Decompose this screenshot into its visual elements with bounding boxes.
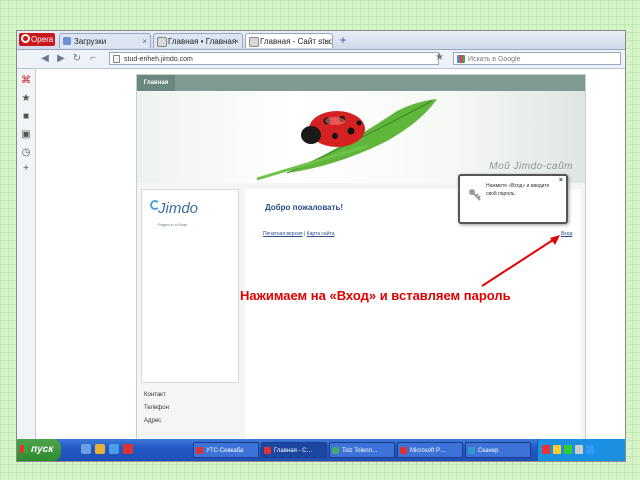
contact-address: Адрес [144,418,162,424]
tray-icon[interactable] [542,445,550,454]
tab-close-icon[interactable]: × [142,34,147,48]
taskbar: пуск УТС-Севкаба Главная - С… Tolz Tolen… [17,439,625,461]
page-favicon-icon [157,37,167,47]
ie-icon[interactable] [109,444,119,454]
add-panel-icon[interactable]: + [20,163,32,175]
jimdo-logo-tagline: Pages in a Snap [158,222,188,227]
key-icon [469,189,481,201]
annotation-text: Нажимаем на «Вход» и вставляем пароль [240,288,511,303]
tab-label: Главная - Сайт stud… [260,37,333,46]
jimdo-site: Главная Мой Jimdo-сайт Jimdo Pages in a … [136,74,586,441]
tray-icon[interactable] [575,445,583,454]
opera-menu-button[interactable]: Opera [19,33,55,46]
back-button[interactable]: ◀ [39,52,51,65]
opera-menu-label: Opera [31,35,54,44]
task-label: Главная - С… [274,448,313,454]
taskbar-item[interactable]: Microsoft P… [397,442,463,458]
desktop-icon[interactable] [81,444,91,454]
taskbar-item-active[interactable]: Главная - С… [261,442,327,458]
opera-quicklaunch-icon[interactable] [123,444,133,454]
task-label: УТС-Севкаба [206,448,244,454]
contact-heading: Контакт [144,392,166,398]
task-label: Tolz Tolenn… [342,448,378,454]
tab-bar: Opera Загрузки × Главная • Главная × Гла… [17,31,625,50]
task-app-icon [332,447,339,454]
task-app-icon [264,447,271,454]
left-column: Jimdo Pages in a Snap [141,189,239,383]
tab-label: Загрузки [74,37,107,46]
task-app-icon [468,447,475,454]
tab-home-2[interactable]: Главная - Сайт stud… × [245,33,333,48]
address-bar: ◀ ▶ ↻ ⌐ stud-eriheh.jimdo.com ★ Искать в… [17,50,625,69]
task-app-icon [196,447,203,454]
jimdo-logo-text: Jimdo [158,200,199,217]
notes-icon[interactable]: ■ [20,111,32,123]
tab-close-icon[interactable]: × [324,34,329,48]
site-nav: Главная [137,75,585,91]
explorer-icon[interactable] [95,444,105,454]
tooltip-close-icon[interactable]: × [559,177,563,184]
tray-icon[interactable] [564,445,572,454]
screenshot: Opera Загрузки × Главная • Главная × Гла… [16,30,626,462]
taskbar-item[interactable]: УТС-Севкаба [193,442,259,458]
taskbar-item[interactable]: Tolz Tolenn… [329,442,395,458]
main-column: Добро пожаловать! Печатная версия | Карт… [245,189,581,439]
new-tab-button[interactable]: + [335,33,351,47]
print-version-link[interactable]: Печатная версия [263,231,303,237]
site-nav-item-home[interactable]: Главная [137,75,175,91]
task-label: Сканер [478,448,499,454]
bookmarks-icon[interactable]: ★ [20,93,32,105]
start-label: пуск [31,444,54,455]
search-placeholder: Искать в Google [468,56,521,63]
taskbar-item[interactable]: Сканер [465,442,531,458]
key-icon[interactable]: ⌐ [87,52,99,65]
forward-button[interactable]: ▶ [55,52,67,65]
reload-button[interactable]: ↻ [71,52,83,65]
login-tooltip: Нажмите «Вход» и введите свой пароль. × [458,174,568,224]
google-icon [457,55,465,63]
header-image: Мой Jimdo-сайт [137,91,585,183]
welcome-heading: Добро пожаловать! [265,203,344,212]
page-icon [113,55,120,63]
login-link[interactable]: Вход [561,231,572,237]
tab-downloads[interactable]: Загрузки × [59,33,151,48]
footer-links: Печатная версия | Карта сайта [263,231,335,237]
windows-logo-icon [20,445,28,453]
opera-logo-icon [21,34,30,43]
downloads-icon[interactable]: ▣ [20,129,32,141]
site-title: Мой Jimdo-сайт [489,161,573,172]
contact-block: Контакт Телефон Адрес [144,391,169,430]
start-button[interactable]: пуск [17,439,61,461]
url-field[interactable]: stud-eriheh.jimdo.com [109,52,439,65]
tab-label: Главная • Главная [168,37,237,46]
tab-close-icon[interactable]: × [234,34,239,48]
tray-icon[interactable] [586,445,594,454]
downloads-favicon-icon [63,37,71,45]
task-label: Microsoft P… [410,448,447,454]
sitemap-link[interactable]: Карта сайта [307,231,335,237]
tray-icon[interactable] [553,445,561,454]
page-favicon-icon [249,37,259,47]
history-icon[interactable]: ◷ [20,147,32,159]
system-tray [537,439,625,461]
url-text: stud-eriheh.jimdo.com [124,56,193,63]
side-panel: ⌘ ★ ■ ▣ ◷ + [17,69,36,461]
page-content: Главная Мой Jimdo-сайт Jimdo Pages in a … [36,69,625,441]
search-field[interactable]: Искать в Google [453,52,621,65]
contact-phone: Телефон [144,405,169,411]
tooltip-text: Нажмите «Вход» и введите свой пароль. [486,183,550,197]
opera-icon[interactable]: ⌘ [20,75,32,87]
tab-home-1[interactable]: Главная • Главная × [153,33,243,48]
bookmark-star-icon[interactable]: ★ [435,52,444,63]
task-app-icon [400,447,407,454]
